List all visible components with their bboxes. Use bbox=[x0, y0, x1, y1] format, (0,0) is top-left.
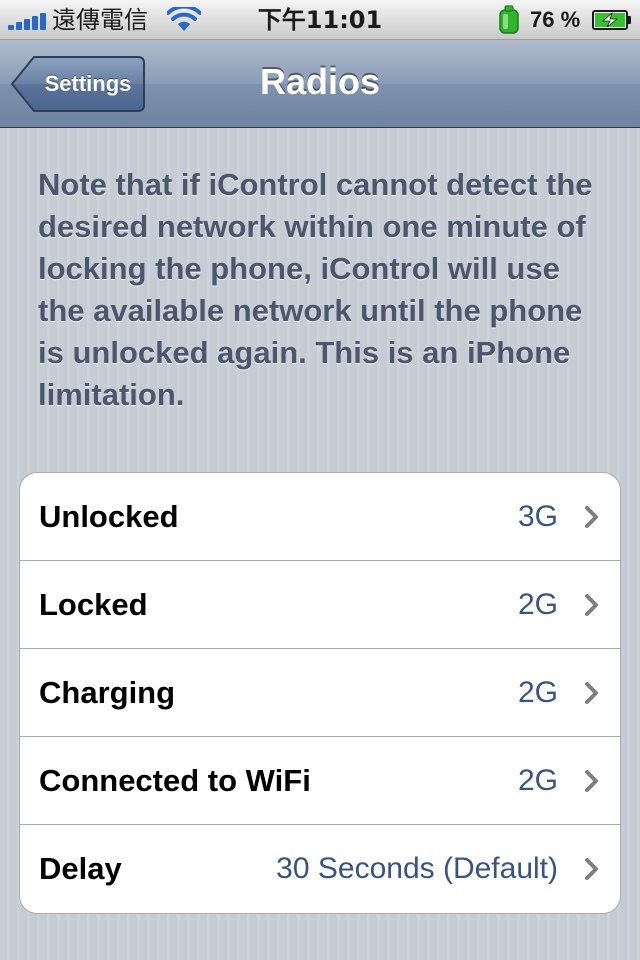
row-value: 2G bbox=[517, 676, 558, 709]
chevron-right-icon bbox=[585, 682, 598, 704]
navigation-bar: Settings Radios bbox=[0, 40, 640, 128]
row-label: Unlocked bbox=[39, 499, 179, 534]
row-label: Delay bbox=[39, 851, 122, 886]
gps-icon bbox=[499, 5, 519, 34]
chevron-right-icon bbox=[585, 594, 598, 616]
row-value: 2G bbox=[517, 764, 558, 797]
row-value: 30 Seconds (Default) bbox=[276, 852, 558, 885]
radios-settings-table: Unlocked 3G Locked 2G Charging 2G Connec… bbox=[19, 472, 621, 914]
row-unlocked[interactable]: Unlocked 3G bbox=[20, 473, 620, 561]
row-locked[interactable]: Locked 2G bbox=[20, 561, 620, 649]
wifi-icon bbox=[167, 7, 201, 31]
row-value: 3G bbox=[517, 500, 558, 533]
chevron-right-icon bbox=[585, 858, 598, 880]
row-connected-to-wifi[interactable]: Connected to WiFi 2G bbox=[20, 737, 620, 825]
status-bar: 遠傳電信 下午11:01 76 % bbox=[0, 0, 640, 40]
row-delay[interactable]: Delay 30 Seconds (Default) bbox=[20, 825, 620, 913]
battery-charging-icon bbox=[592, 10, 631, 30]
chevron-right-icon bbox=[585, 506, 598, 528]
page-title: Radios bbox=[259, 61, 381, 102]
row-label: Locked bbox=[39, 587, 148, 622]
signal-bars-icon bbox=[8, 10, 48, 30]
battery-percent: 76 % bbox=[530, 7, 581, 32]
row-charging[interactable]: Charging 2G bbox=[20, 649, 620, 737]
carrier-name: 遠傳電信 bbox=[52, 6, 148, 34]
row-label: Connected to WiFi bbox=[39, 763, 311, 798]
network-note: Note that if iControl cannot detect the … bbox=[38, 167, 593, 412]
chevron-right-icon bbox=[585, 770, 598, 792]
row-label: Charging bbox=[39, 675, 176, 710]
back-button-label: Settings bbox=[44, 71, 132, 96]
row-value: 2G bbox=[517, 588, 558, 621]
settings-back-button[interactable]: Settings bbox=[10, 55, 146, 113]
